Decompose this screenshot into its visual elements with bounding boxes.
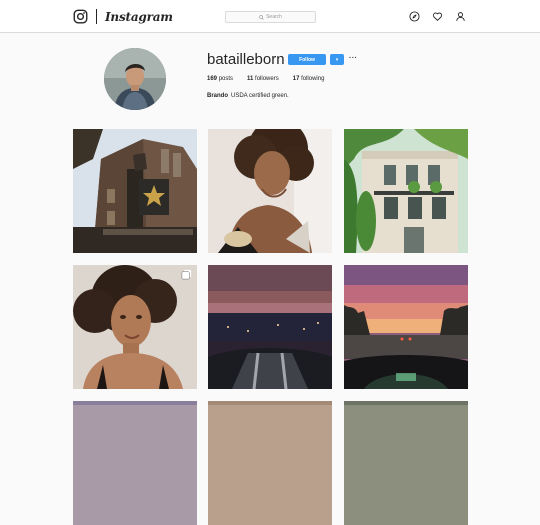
heart-icon[interactable] <box>432 11 443 22</box>
post-tile[interactable] <box>73 265 197 389</box>
followers-stat[interactable]: 11 followers <box>247 76 279 82</box>
caret-down-icon: ▾ <box>335 56 339 63</box>
post-tile[interactable] <box>73 129 197 253</box>
search-icon <box>259 14 264 20</box>
sunset-drive-photo <box>344 265 468 389</box>
posts-stat: 169 posts <box>207 76 233 82</box>
posts-count: 169 <box>207 76 218 82</box>
following-count: 17 <box>292 76 300 82</box>
follow-button[interactable]: Follow <box>288 54 326 65</box>
top-navigation-bar: Instagram Search <box>0 0 540 33</box>
car-hood-dusk-photo <box>208 265 332 389</box>
logo-separator <box>96 9 97 24</box>
post-tile[interactable] <box>208 401 332 525</box>
logo-link[interactable]: Instagram <box>73 9 173 24</box>
post-tile[interactable] <box>344 129 468 253</box>
more-options-button[interactable]: ··· <box>349 55 358 63</box>
post-photo <box>73 401 197 525</box>
woman-portrait-photo <box>73 265 197 389</box>
profile-avatar[interactable] <box>104 48 166 110</box>
post-tile[interactable] <box>344 265 468 389</box>
post-photo <box>208 401 332 525</box>
bio-text: USDA certified green. <box>231 93 289 99</box>
following-label: following <box>301 76 325 82</box>
suggestions-dropdown-button[interactable]: ▾ <box>330 54 344 65</box>
post-photo <box>344 401 468 525</box>
post-tile[interactable] <box>208 265 332 389</box>
compass-icon[interactable] <box>409 11 420 22</box>
post-tile[interactable] <box>208 129 332 253</box>
curly-hair-woman-photo <box>208 129 332 253</box>
instagram-logo-icon <box>73 9 88 24</box>
followers-label: followers <box>255 76 279 82</box>
following-stat[interactable]: 17 following <box>293 76 325 82</box>
profile-bio: Brando USDA certified green. <box>207 93 289 99</box>
posts-label: posts <box>218 76 234 82</box>
user-icon[interactable] <box>455 11 466 22</box>
wordmark: Instagram <box>105 9 173 24</box>
bio-name: Brando <box>207 93 228 99</box>
profile-stats: 169 posts 11 followers 17 following <box>207 76 338 82</box>
profile-username: batailleborn <box>207 51 285 68</box>
search-input[interactable]: Search <box>225 11 316 23</box>
nav-icons <box>409 11 466 22</box>
search-placeholder: Search <box>266 14 282 20</box>
avatar-photo <box>104 48 166 110</box>
green-trees-building-photo <box>344 129 468 253</box>
followers-count: 11 <box>247 76 254 82</box>
multi-photo-icon <box>181 269 192 280</box>
post-tile[interactable] <box>344 401 468 525</box>
theater-building-photo <box>73 129 197 253</box>
post-tile[interactable] <box>73 401 197 525</box>
